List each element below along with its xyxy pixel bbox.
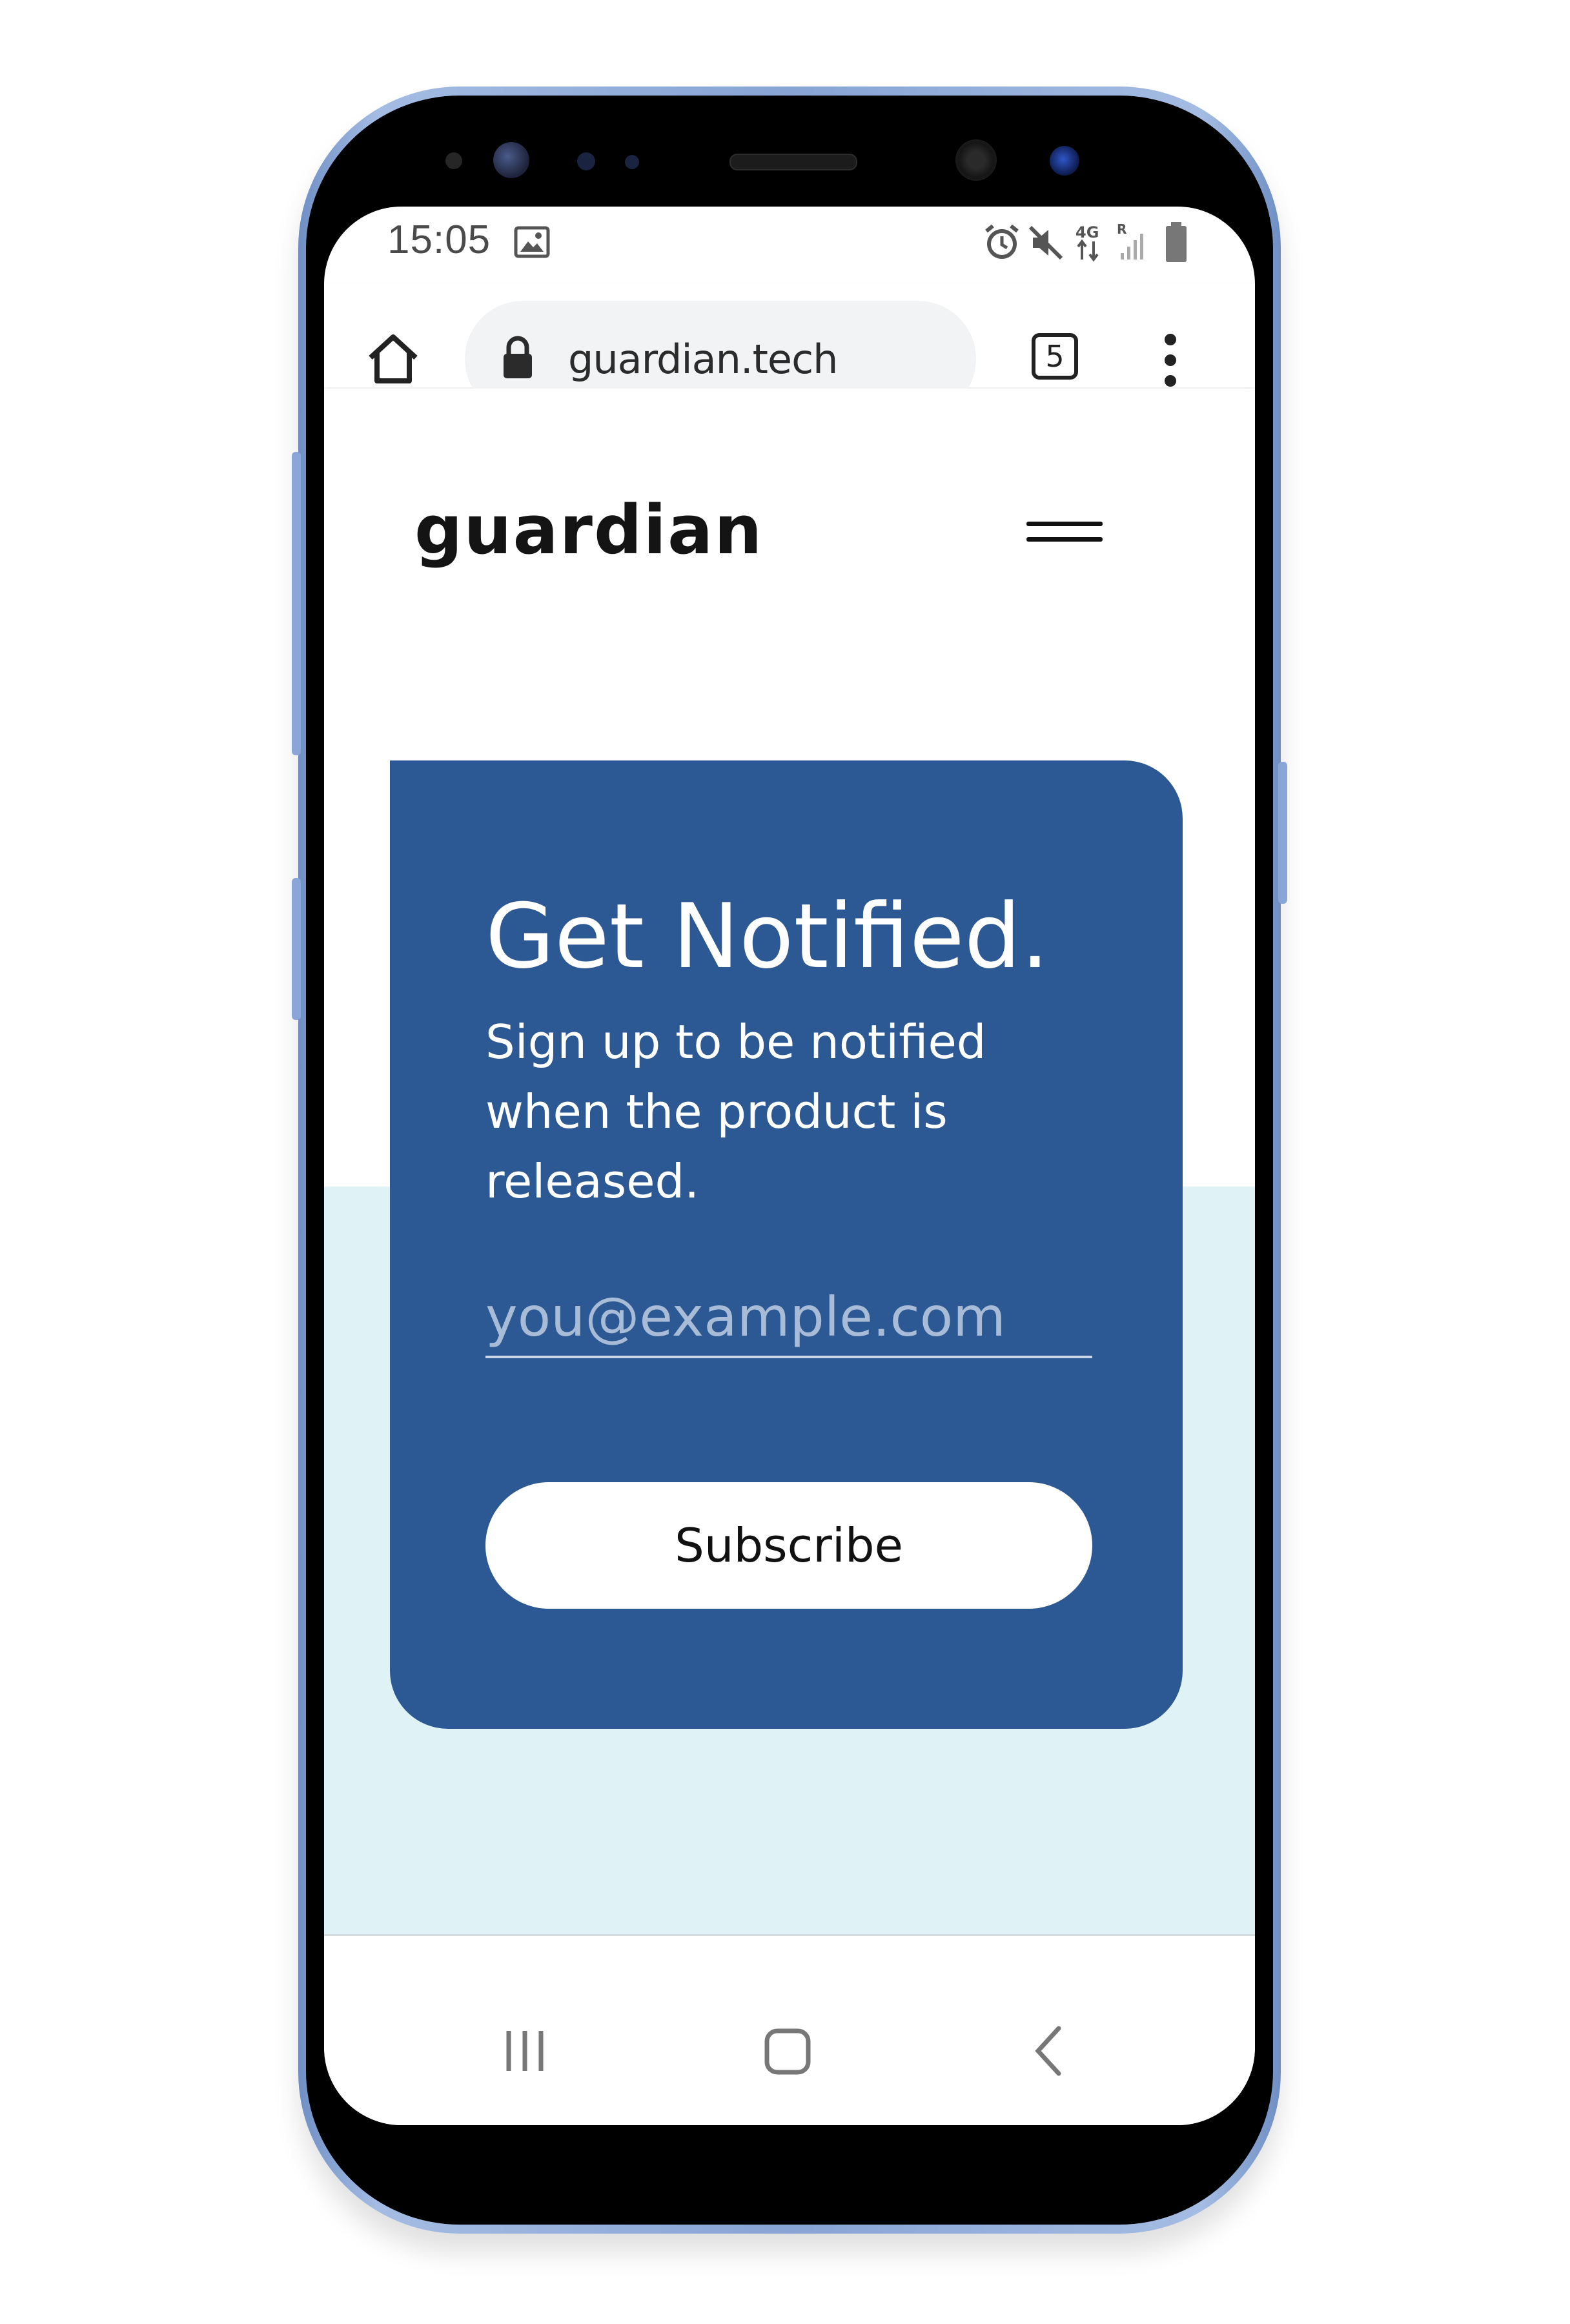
volume-up-button: [292, 452, 301, 755]
earpiece-speaker: [729, 154, 857, 170]
card-subtitle: Sign up to be notified when the product …: [485, 1015, 986, 1208]
status-time: 15:05: [387, 218, 491, 262]
power-button: [1278, 762, 1287, 904]
hamburger-menu-icon[interactable]: [1026, 519, 1104, 547]
back-icon[interactable]: [1029, 2024, 1068, 2077]
mute-icon: [1028, 225, 1063, 260]
svg-text:R: R: [1117, 221, 1127, 237]
card-title: Get Notified.: [485, 884, 1050, 988]
lock-icon: [504, 336, 532, 378]
menu-line-top: [1026, 522, 1103, 526]
front-camera: [955, 139, 997, 181]
light-sensor: [577, 152, 595, 170]
alarm-icon: [985, 224, 1019, 259]
home-nav-icon[interactable]: [763, 2027, 812, 2076]
tab-count: 5: [1045, 339, 1065, 374]
url-text[interactable]: guardian.tech: [568, 336, 838, 383]
phone-screen: 15:05 4G R guardian.tech 5 guardian Get …: [324, 207, 1255, 2125]
iris-camera: [1050, 146, 1079, 176]
email-field[interactable]: [485, 1278, 1092, 1358]
home-icon[interactable]: [364, 329, 422, 387]
svg-text:4G: 4G: [1076, 223, 1099, 241]
network-4g-icon: 4G: [1076, 223, 1099, 262]
tab-switcher-icon[interactable]: 5: [1032, 333, 1078, 380]
proximity-sensor: [445, 152, 462, 169]
iris-sensor: [493, 142, 529, 178]
brand-logo[interactable]: guardian: [414, 491, 763, 569]
subscribe-button[interactable]: Subscribe: [485, 1482, 1092, 1609]
phone-mockup: 15:05 4G R guardian.tech 5 guardian Get …: [0, 0, 1570, 2324]
bixby-button: [292, 878, 301, 1020]
battery-icon: [1166, 222, 1187, 262]
status-bar: 15:05 4G R: [324, 207, 1255, 284]
menu-line-bottom: [1026, 537, 1103, 542]
recents-icon[interactable]: [502, 2028, 547, 2074]
more-vert-icon[interactable]: [1161, 332, 1180, 390]
signal-icon: R: [1117, 221, 1143, 260]
ir-led: [625, 155, 639, 169]
gallery-icon: [514, 226, 550, 258]
